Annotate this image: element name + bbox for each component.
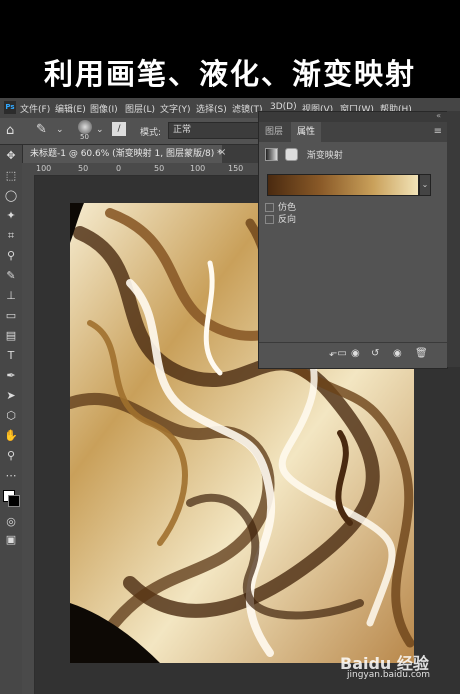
tab-properties[interactable]: 属性	[291, 122, 322, 142]
gradient-preview[interactable]	[267, 174, 419, 196]
watermark-url: jingyan.baidu.com	[347, 670, 431, 680]
collapse-icon[interactable]: «	[436, 111, 441, 120]
chevron-down-icon[interactable]: ⌄	[96, 125, 104, 135]
zoom-tool-icon[interactable]: ⚲	[2, 447, 20, 465]
reverse-option[interactable]: 反向	[265, 212, 296, 225]
trash-icon[interactable]: 🗑	[415, 348, 428, 359]
adjustment-name: 渐变映射	[306, 151, 343, 161]
adjustment-layer-icon[interactable]	[265, 148, 278, 161]
more-tools-icon[interactable]: ⋯	[2, 467, 20, 485]
hand-tool-icon[interactable]: ✋	[2, 427, 20, 445]
ruler-tick: 50	[154, 164, 165, 173]
panel-dock	[447, 111, 460, 367]
dither-checkbox[interactable]	[265, 203, 274, 212]
visibility-eye-icon[interactable]: ◉	[393, 348, 402, 359]
menu-select[interactable]: 选择(S)	[196, 102, 227, 115]
marquee-tool-icon[interactable]: ⬚	[2, 167, 20, 185]
tools-panel: ✥ ⬚ ◯ ✦ ⌗ ⚲ ✎ ⊥ ▭ ▤ T ✒ ➤ ⬡ ✋ ⚲ ⋯ ◎ ▣	[0, 145, 23, 694]
close-icon[interactable]: ×	[218, 147, 226, 158]
mask-icon[interactable]	[284, 148, 298, 161]
chevron-down-icon[interactable]: ⌄	[419, 174, 431, 196]
home-icon[interactable]: ⌂	[6, 123, 14, 138]
screen-mode-icon[interactable]: ▣	[2, 531, 20, 549]
lasso-tool-icon[interactable]: ◯	[2, 187, 20, 205]
brush-tip-icon[interactable]	[78, 120, 92, 134]
document-tab[interactable]: 未标题-1 @ 60.6% (渐变映射 1, 图层蒙版/8) *	[22, 145, 222, 163]
shape-tool-icon[interactable]: ⬡	[2, 407, 20, 425]
brush-tool-icon[interactable]: ✎	[2, 267, 20, 285]
eraser-tool-icon[interactable]: ▭	[2, 307, 20, 325]
background-color-swatch[interactable]	[8, 495, 20, 507]
ruler-tick: 100	[36, 164, 52, 173]
move-tool-icon[interactable]: ✥	[2, 147, 20, 165]
view-previous-icon[interactable]: ◉	[351, 348, 360, 359]
panel-tab-bar: 图层 属性 ≡	[259, 122, 447, 142]
ruler-tick: 0	[116, 164, 122, 173]
reverse-label: 反向	[278, 215, 297, 225]
eyedropper-tool-icon[interactable]: ⚲	[2, 247, 20, 265]
crop-tool-icon[interactable]: ⌗	[2, 227, 20, 245]
menu-image[interactable]: 图像(I)	[90, 102, 118, 115]
brush-settings-icon[interactable]: /	[112, 122, 126, 136]
ruler-tick: 150	[228, 164, 244, 173]
quick-mask-icon[interactable]: ◎	[2, 513, 20, 531]
gradient-tool-icon[interactable]: ▤	[2, 327, 20, 345]
brush-size-value: 50	[80, 133, 89, 141]
document-tab-title: 未标题-1 @ 60.6% (渐变映射 1, 图层蒙版/8) *	[30, 149, 222, 159]
magic-wand-tool-icon[interactable]: ✦	[2, 207, 20, 225]
vertical-ruler	[22, 163, 35, 694]
path-select-tool-icon[interactable]: ➤	[2, 387, 20, 405]
ps-logo-icon: Ps	[4, 101, 16, 114]
text-tool-icon[interactable]: T	[2, 347, 20, 365]
menu-layer[interactable]: 图层(L)	[125, 102, 155, 115]
clip-to-layer-icon[interactable]: ⬐▭	[329, 348, 347, 359]
caption-title: 利用画笔、液化、渐变映射	[43, 57, 416, 91]
panel-menu-icon[interactable]: ≡	[434, 126, 442, 137]
pen-tool-icon[interactable]: ✒	[2, 367, 20, 385]
panel-footer: ⬐▭ ◉ ↺ ◉ 🗑	[259, 342, 447, 367]
ruler-tick: 50	[78, 164, 89, 173]
tab-layers[interactable]: 图层	[259, 122, 289, 142]
menu-type[interactable]: 文字(Y)	[160, 102, 191, 115]
video-caption-bar: 利用画笔、液化、渐变映射	[0, 0, 460, 98]
chevron-down-icon[interactable]: ⌄	[56, 125, 64, 135]
mode-select[interactable]: 正常	[168, 122, 264, 139]
mode-label: 模式:	[140, 128, 162, 138]
properties-panel: « 图层 属性 ≡ 渐变映射 ⌄ 仿色 反向 ⬐▭ ◉ ↺ ◉ 🗑	[258, 111, 448, 369]
adjustment-header: 渐变映射	[265, 148, 343, 161]
brush-preset-icon[interactable]: ✎	[36, 122, 47, 137]
menu-file[interactable]: 文件(F)	[20, 102, 50, 115]
stamp-tool-icon[interactable]: ⊥	[2, 287, 20, 305]
menu-edit[interactable]: 编辑(E)	[55, 102, 86, 115]
ruler-tick: 100	[190, 164, 206, 173]
reverse-checkbox[interactable]	[265, 215, 274, 224]
panel-header-strip: «	[259, 111, 447, 122]
reset-icon[interactable]: ↺	[371, 348, 379, 359]
